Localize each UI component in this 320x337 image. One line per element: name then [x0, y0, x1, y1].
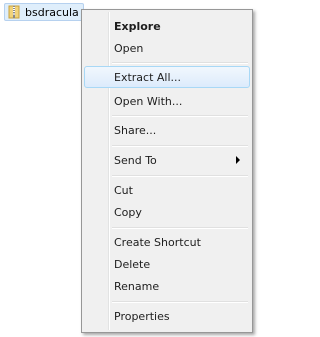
menu-item-label: Open — [114, 41, 144, 55]
menu-separator — [112, 301, 248, 303]
file-item-bsdracula[interactable]: bsdracula — [4, 3, 84, 21]
context-menu: Explore Open Extract All... Open With...… — [81, 9, 253, 333]
zip-folder-icon — [7, 5, 21, 19]
menu-item-label: Send To — [114, 153, 157, 167]
menu-item-cut[interactable]: Cut — [84, 179, 250, 201]
menu-item-copy[interactable]: Copy — [84, 201, 250, 223]
chevron-right-icon — [236, 156, 240, 164]
menu-item-open[interactable]: Open — [84, 37, 250, 59]
menu-item-label: Explore — [114, 19, 161, 33]
menu-item-label: Delete — [114, 257, 151, 271]
menu-item-explore[interactable]: Explore — [84, 15, 250, 37]
menu-item-label: Share... — [114, 123, 157, 137]
menu-item-label: Create Shortcut — [114, 235, 201, 249]
menu-separator — [112, 145, 248, 147]
menu-separator — [112, 175, 248, 177]
menu-item-open-with[interactable]: Open With... — [84, 90, 250, 112]
menu-item-label: Rename — [114, 279, 160, 293]
menu-item-label: Properties — [114, 309, 170, 323]
menu-item-rename[interactable]: Rename — [84, 275, 250, 297]
menu-item-create-shortcut[interactable]: Create Shortcut — [84, 231, 250, 253]
menu-item-label: Copy — [114, 205, 142, 219]
menu-item-label: Open With... — [114, 94, 183, 108]
menu-separator — [112, 62, 248, 64]
menu-item-share[interactable]: Share... — [84, 119, 250, 141]
menu-item-extract-all[interactable]: Extract All... — [84, 66, 250, 88]
menu-separator — [112, 115, 248, 117]
file-name-label: bsdracula — [25, 5, 79, 19]
menu-item-label: Cut — [114, 183, 133, 197]
menu-separator — [112, 227, 248, 229]
menu-item-delete[interactable]: Delete — [84, 253, 250, 275]
menu-item-send-to[interactable]: Send To — [84, 149, 250, 171]
menu-item-properties[interactable]: Properties — [84, 305, 250, 327]
menu-item-label: Extract All... — [114, 70, 182, 84]
